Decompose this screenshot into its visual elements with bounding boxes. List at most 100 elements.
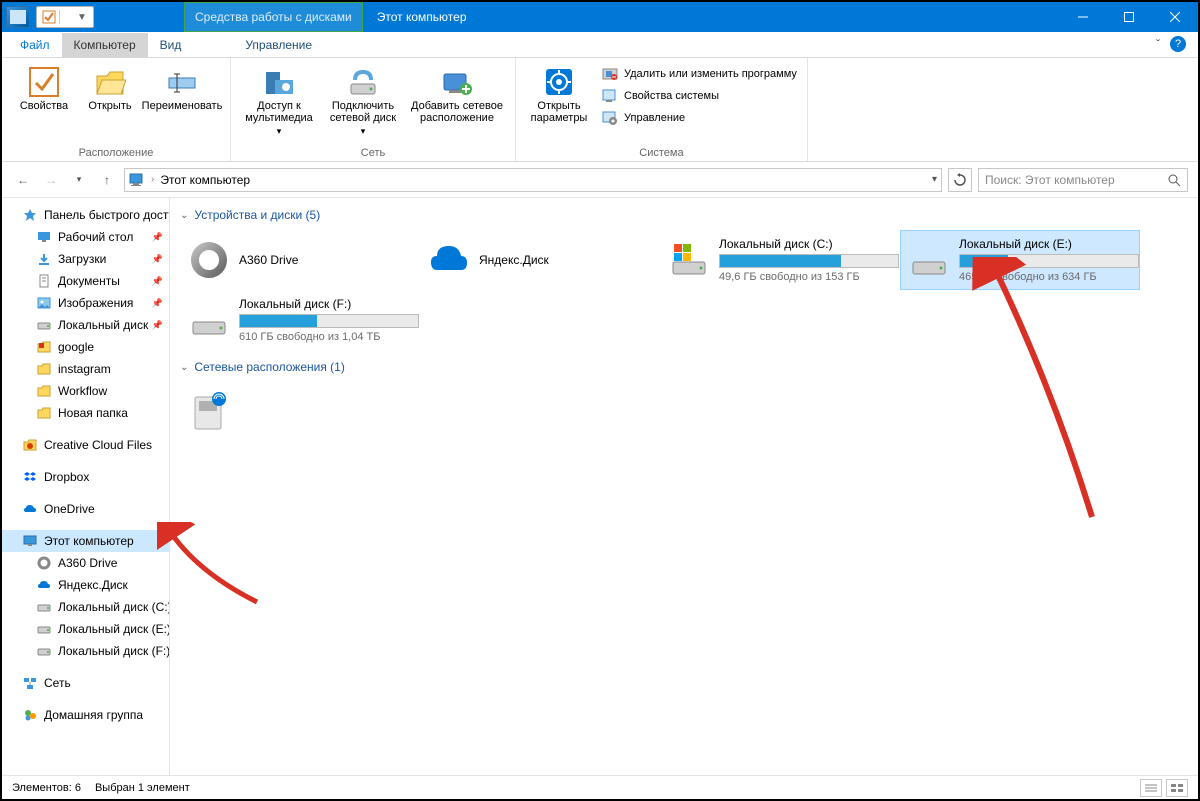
window-title: Этот компьютер xyxy=(363,10,481,24)
btn-map-drive[interactable]: Подключить сетевой диск▾ xyxy=(325,62,401,145)
maximize-button[interactable] xyxy=(1106,2,1152,32)
tile-a360[interactable]: A360 Drive xyxy=(180,230,420,290)
btn-sysprop-label: Свойства системы xyxy=(624,90,719,102)
sidebar-newfolder-label: Новая папка xyxy=(58,406,128,420)
btn-uninstall-label: Удалить или изменить программу xyxy=(624,68,797,80)
sidebar-onedrive[interactable]: OneDrive xyxy=(2,498,169,520)
status-selection: Выбран 1 элемент xyxy=(95,782,190,794)
btn-manage-label: Управление xyxy=(624,112,685,124)
sidebar-disk-f[interactable]: Локальный диск (F:) xyxy=(2,640,169,662)
btn-media-access[interactable]: Доступ к мультимедиа▾ xyxy=(239,62,319,145)
btn-properties[interactable]: Свойства xyxy=(10,62,78,145)
sidebar-a360[interactable]: A360 Drive xyxy=(2,552,169,574)
network-icon xyxy=(22,675,38,691)
btn-system-properties[interactable]: Свойства системы xyxy=(600,86,799,106)
manage-icon xyxy=(602,110,618,126)
tile-disk-e[interactable]: Локальный диск (E:) 465 ГБ свободно из 6… xyxy=(900,230,1140,290)
view-tiles-button[interactable] xyxy=(1166,779,1188,797)
qat-dropdown-icon[interactable]: ▼ xyxy=(77,12,89,23)
close-button[interactable] xyxy=(1152,2,1198,32)
pc-icon xyxy=(22,533,38,549)
sidebar-diske-label: Локальный диск (E:) xyxy=(58,622,170,636)
sidebar-newfolder[interactable]: Новая папка xyxy=(2,402,169,424)
sidebar-homegroup[interactable]: Домашняя группа xyxy=(2,704,169,726)
sidebar-downloads[interactable]: Загрузки xyxy=(2,248,169,270)
breadcrumb-location[interactable]: Этот компьютер xyxy=(160,173,250,187)
yandex-icon xyxy=(36,577,52,593)
sidebar-homegroup-label: Домашняя группа xyxy=(44,708,143,722)
btn-add-network-location[interactable]: Добавить сетевое расположение xyxy=(407,62,507,145)
pictures-icon xyxy=(36,295,52,311)
group-system-label: Система xyxy=(524,145,799,159)
tile-diskc-label: Локальный диск (C:) xyxy=(719,237,899,251)
tab-computer[interactable]: Компьютер xyxy=(62,33,148,57)
tab-file[interactable]: Файл xyxy=(8,33,62,57)
group-network-label: Сеть xyxy=(239,145,507,159)
sysprop-icon xyxy=(602,88,618,104)
sidebar-pictures[interactable]: Изображения xyxy=(2,292,169,314)
tile-network-location[interactable] xyxy=(180,382,240,442)
tile-disk-c[interactable]: Локальный диск (C:) 49,6 ГБ свободно из … xyxy=(660,230,900,290)
sidebar-quick-access[interactable]: Панель быстрого доступа xyxy=(2,204,169,226)
breadcrumb-dropdown-icon[interactable]: ▾ xyxy=(932,174,937,185)
sidebar-yandex[interactable]: Яндекс.Диск xyxy=(2,574,169,596)
tile-disk-f[interactable]: Локальный диск (F:) 610 ГБ свободно из 1… xyxy=(180,290,420,350)
btn-open[interactable]: Открыть xyxy=(84,62,136,145)
properties-icon xyxy=(28,66,60,98)
documents-icon xyxy=(36,273,52,289)
view-details-button[interactable] xyxy=(1140,779,1162,797)
search-input[interactable]: Поиск: Этот компьютер xyxy=(978,168,1188,192)
breadcrumb[interactable]: › Этот компьютер ▾ xyxy=(124,168,942,192)
sidebar-dropbox-label: Dropbox xyxy=(44,470,89,484)
tab-manage[interactable]: Управление xyxy=(233,33,324,57)
sidebar-network[interactable]: Сеть xyxy=(2,672,169,694)
drive-icon xyxy=(36,643,52,659)
disk-e-icon xyxy=(909,240,949,280)
sidebar-localdisk-label: Локальный диск xyxy=(58,318,148,332)
tab-view[interactable]: Вид xyxy=(148,33,194,57)
btn-map-drive-label: Подключить сетевой диск xyxy=(325,100,401,124)
nav-up-button[interactable]: ↑ xyxy=(96,169,118,191)
tile-yandex[interactable]: Яндекс.Диск xyxy=(420,230,660,290)
sidebar-workflow[interactable]: Workflow xyxy=(2,380,169,402)
tile-diske-label: Локальный диск (E:) xyxy=(959,237,1139,251)
search-placeholder: Поиск: Этот компьютер xyxy=(985,173,1115,187)
btn-manage[interactable]: Управление xyxy=(600,108,799,128)
minimize-button[interactable] xyxy=(1060,2,1106,32)
btn-uninstall-program[interactable]: Удалить или изменить программу xyxy=(600,64,799,84)
status-bar: Элементов: 6 Выбран 1 элемент xyxy=(2,775,1198,799)
sidebar-documents[interactable]: Документы xyxy=(2,270,169,292)
sidebar-dropbox[interactable]: Dropbox xyxy=(2,466,169,488)
sidebar-quick-label: Панель быстрого доступа xyxy=(44,208,170,222)
sidebar-disk-c[interactable]: Локальный диск (C:) xyxy=(2,596,169,618)
ribbon-collapse-icon[interactable]: ˇ xyxy=(1156,37,1160,51)
sidebar-google-label: google xyxy=(58,340,94,354)
nav-history-dropdown[interactable]: ▾ xyxy=(68,169,90,191)
sidebar-workflow-label: Workflow xyxy=(58,384,107,398)
sidebar-this-pc[interactable]: Этот компьютер xyxy=(2,530,169,552)
sidebar-localdisk[interactable]: Локальный диск xyxy=(2,314,169,336)
system-icon[interactable] xyxy=(6,6,30,28)
sidebar-disk-e[interactable]: Локальный диск (E:) xyxy=(2,618,169,640)
contextual-tab-drive-tools[interactable]: Средства работы с дисками xyxy=(184,2,363,32)
refresh-button[interactable] xyxy=(948,168,972,192)
disk-f-usage-bar xyxy=(239,314,419,328)
nav-forward-button[interactable]: → xyxy=(40,169,62,191)
help-icon[interactable]: ? xyxy=(1170,36,1186,52)
nav-back-button[interactable]: ← xyxy=(12,169,34,191)
sidebar-creative-cloud[interactable]: Creative Cloud Files xyxy=(2,434,169,456)
sidebar-desktop[interactable]: Рабочий стол xyxy=(2,226,169,248)
disk-e-usage-bar xyxy=(959,254,1139,268)
sidebar-instagram[interactable]: instagram xyxy=(2,358,169,380)
breadcrumb-chevron-icon[interactable]: › xyxy=(151,174,154,185)
btn-open-settings[interactable]: Открыть параметры xyxy=(524,62,594,145)
sidebar-creative-label: Creative Cloud Files xyxy=(44,438,152,452)
group-devices-header[interactable]: ⌄ Устройства и диски (5) xyxy=(180,204,1188,230)
btn-add-network-label: Добавить сетевое расположение xyxy=(407,100,507,124)
btn-rename[interactable]: Переименовать xyxy=(142,62,222,145)
btn-rename-label: Переименовать xyxy=(142,100,223,112)
qat-properties-icon[interactable] xyxy=(41,9,57,25)
sidebar-onedrive-label: OneDrive xyxy=(44,502,95,516)
group-network-header[interactable]: ⌄ Сетевые расположения (1) xyxy=(180,356,1188,382)
sidebar-google[interactable]: google xyxy=(2,336,169,358)
